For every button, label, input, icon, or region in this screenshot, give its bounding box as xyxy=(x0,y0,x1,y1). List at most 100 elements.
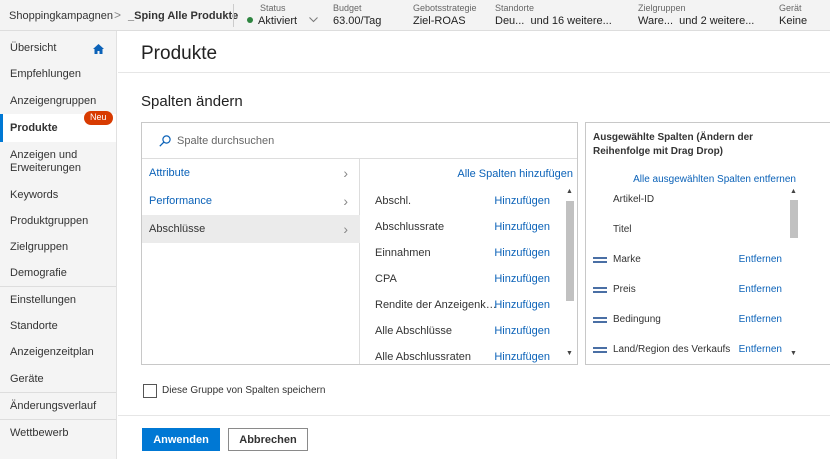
add-column-link[interactable]: Hinzufügen xyxy=(494,351,550,363)
add-column-link[interactable]: Hinzufügen xyxy=(494,299,550,311)
sidebar-item-adschedule[interactable]: Anzeigenzeitplan xyxy=(0,346,116,359)
save-group-checkbox[interactable] xyxy=(143,384,157,398)
column-row: Alle Abschlüsse Hinzufügen xyxy=(375,325,550,339)
selected-column-name: Land/Region des Verkaufs xyxy=(613,344,731,355)
targetgroups-value[interactable]: Ware... und 2 weitere... xyxy=(638,15,754,27)
column-picker-panel: Attribute › Performance › Abschlüsse › Alle… xyxy=(141,122,578,365)
column-row: Einnahmen Hinzufügen xyxy=(375,247,550,261)
footer-divider xyxy=(118,415,830,416)
budget-value[interactable]: 63.00/Tag xyxy=(333,15,381,27)
targetgroups-label: Zielgruppen xyxy=(638,3,686,13)
sidebar-item-changehistory[interactable]: Änderungsverlauf xyxy=(0,400,116,413)
sidebar-item-ads-extensions[interactable]: Anzeigen und Erweiterungen xyxy=(0,149,116,175)
selected-column-row[interactable]: Bedingung Entfernen xyxy=(593,314,782,327)
header-divider xyxy=(233,4,234,27)
column-search-input[interactable] xyxy=(177,132,557,150)
columns-scrollbar[interactable]: ▲ ▼ xyxy=(564,187,575,362)
selected-column-row[interactable]: Marke Entfernen xyxy=(593,254,782,267)
category-list: Attribute › Performance › Abschlüsse › xyxy=(142,159,360,364)
status-label: Status xyxy=(260,3,286,13)
add-column-link[interactable]: Hinzufügen xyxy=(494,273,550,285)
drag-handle-icon[interactable] xyxy=(593,347,607,353)
add-column-link[interactable]: Hinzufügen xyxy=(494,247,550,259)
column-row: Alle Abschlussraten Hinzufügen xyxy=(375,351,550,364)
scroll-up-arrow-icon[interactable]: ▲ xyxy=(788,187,799,197)
breadcrumb-campaigns[interactable]: Shoppingkampagnen xyxy=(9,10,113,22)
save-group-label[interactable]: Diese Gruppe von Spalten speichern xyxy=(162,385,325,396)
scroll-thumb[interactable] xyxy=(566,201,574,301)
section-title: Spalten ändern xyxy=(141,93,243,110)
add-all-columns-link[interactable]: Alle Spalten hinzufügen xyxy=(457,168,573,180)
chevron-right-icon: › xyxy=(343,221,348,237)
scroll-up-arrow-icon[interactable]: ▲ xyxy=(564,187,575,197)
device-value[interactable]: Keine xyxy=(779,15,807,27)
remove-column-link[interactable]: Entfernen xyxy=(739,254,782,265)
apply-button[interactable]: Anwenden xyxy=(142,428,220,451)
remove-all-columns-link[interactable]: Alle ausgewählten Spalten entfernen xyxy=(633,174,796,185)
sidebar-item-competition[interactable]: Wettbewerb xyxy=(0,427,116,440)
add-column-link[interactable]: Hinzufügen xyxy=(494,325,550,337)
selected-column-name: Bedingung xyxy=(613,314,661,325)
locations-value[interactable]: Deu... und 16 weitere... xyxy=(495,15,612,27)
remove-column-link[interactable]: Entfernen xyxy=(739,344,782,355)
selected-scrollbar[interactable]: ▲ ▼ xyxy=(788,187,799,361)
sidebar-item-settings[interactable]: Einstellungen xyxy=(0,294,116,307)
title-divider xyxy=(118,72,830,73)
status-dropdown[interactable]: Aktiviert xyxy=(247,15,318,27)
category-conversions[interactable]: Abschlüsse › xyxy=(142,215,360,243)
scroll-down-arrow-icon[interactable]: ▼ xyxy=(564,349,575,359)
drag-handle-icon[interactable] xyxy=(593,287,607,293)
locations-label: Standorte xyxy=(495,3,535,13)
column-name: Alle Abschlüsse xyxy=(375,325,453,337)
breadcrumb-campaign-name[interactable]: _Sping Alle Produkte xyxy=(128,10,238,22)
status-value: Aktiviert xyxy=(258,15,298,27)
column-name: CPA xyxy=(375,273,397,285)
chevron-right-icon: › xyxy=(343,193,348,209)
selected-column-name: Titel xyxy=(613,224,632,235)
category-label: Performance xyxy=(149,195,212,207)
scroll-thumb[interactable] xyxy=(790,200,798,238)
column-row: Abschlussrate Hinzufügen xyxy=(375,221,550,235)
column-row: CPA Hinzufügen xyxy=(375,273,550,287)
add-column-link[interactable]: Hinzufügen xyxy=(494,195,550,207)
sidebar-item-locations[interactable]: Standorte xyxy=(0,320,116,333)
scroll-down-arrow-icon[interactable]: ▼ xyxy=(788,349,799,359)
selected-column-row[interactable]: Land/Region des Verkaufs Entfernen xyxy=(593,344,782,357)
bidstrategy-value[interactable]: Ziel-ROAS xyxy=(413,15,466,27)
search-icon xyxy=(159,135,171,147)
selected-column-row[interactable]: Preis Entfernen xyxy=(593,284,782,297)
sidebar-item-demographics[interactable]: Demografie xyxy=(0,267,116,280)
device-label: Gerät xyxy=(779,3,802,13)
cancel-button[interactable]: Abbrechen xyxy=(228,428,308,451)
column-search xyxy=(142,123,577,159)
sidebar-item-adgroups[interactable]: Anzeigengruppen xyxy=(0,95,116,108)
sidebar-nav: Übersicht Empfehlungen Anzeigengruppen P… xyxy=(0,31,117,459)
remove-column-link[interactable]: Entfernen xyxy=(739,284,782,295)
campaign-header-bar: Shoppingkampagnen > _Sping Alle Produkte… xyxy=(0,0,830,31)
selected-column-name: Marke xyxy=(613,254,641,265)
chevron-right-icon: › xyxy=(343,165,348,181)
drag-handle-icon[interactable] xyxy=(593,257,607,263)
category-performance[interactable]: Performance › xyxy=(142,187,360,215)
category-label: Attribute xyxy=(149,167,190,179)
column-name: Abschlussrate xyxy=(375,221,445,233)
category-label: Abschlüsse xyxy=(149,223,206,235)
sidebar-item-keywords[interactable]: Keywords xyxy=(0,189,116,202)
column-name: Abschl. xyxy=(375,195,412,207)
home-icon[interactable] xyxy=(93,44,104,54)
breadcrumb-separator: > xyxy=(114,8,122,22)
sidebar-item-productgroups[interactable]: Produktgruppen xyxy=(0,215,116,228)
page-title: Produkte xyxy=(141,43,218,64)
drag-handle-icon[interactable] xyxy=(593,317,607,323)
sidebar-item-audiences[interactable]: Zielgruppen xyxy=(0,241,116,254)
remove-column-link[interactable]: Entfernen xyxy=(739,314,782,325)
sidebar-item-devices[interactable]: Geräte xyxy=(0,373,116,386)
selected-column-row: Artikel-ID xyxy=(593,194,782,207)
sidebar-item-recommendations[interactable]: Empfehlungen xyxy=(0,68,116,81)
add-column-link[interactable]: Hinzufügen xyxy=(494,221,550,233)
selected-columns-title: Ausgewählte Spalten (Ändern der Reihenfo… xyxy=(593,132,754,157)
available-columns: Alle Spalten hinzufügen Abschl. Hinzufüge… xyxy=(361,159,577,364)
bidstrategy-label: Gebotsstrategie xyxy=(413,3,477,13)
selected-columns-panel: Ausgewählte Spalten (Ändern der Reihenfo… xyxy=(585,122,830,365)
category-attribute[interactable]: Attribute › xyxy=(142,159,360,187)
